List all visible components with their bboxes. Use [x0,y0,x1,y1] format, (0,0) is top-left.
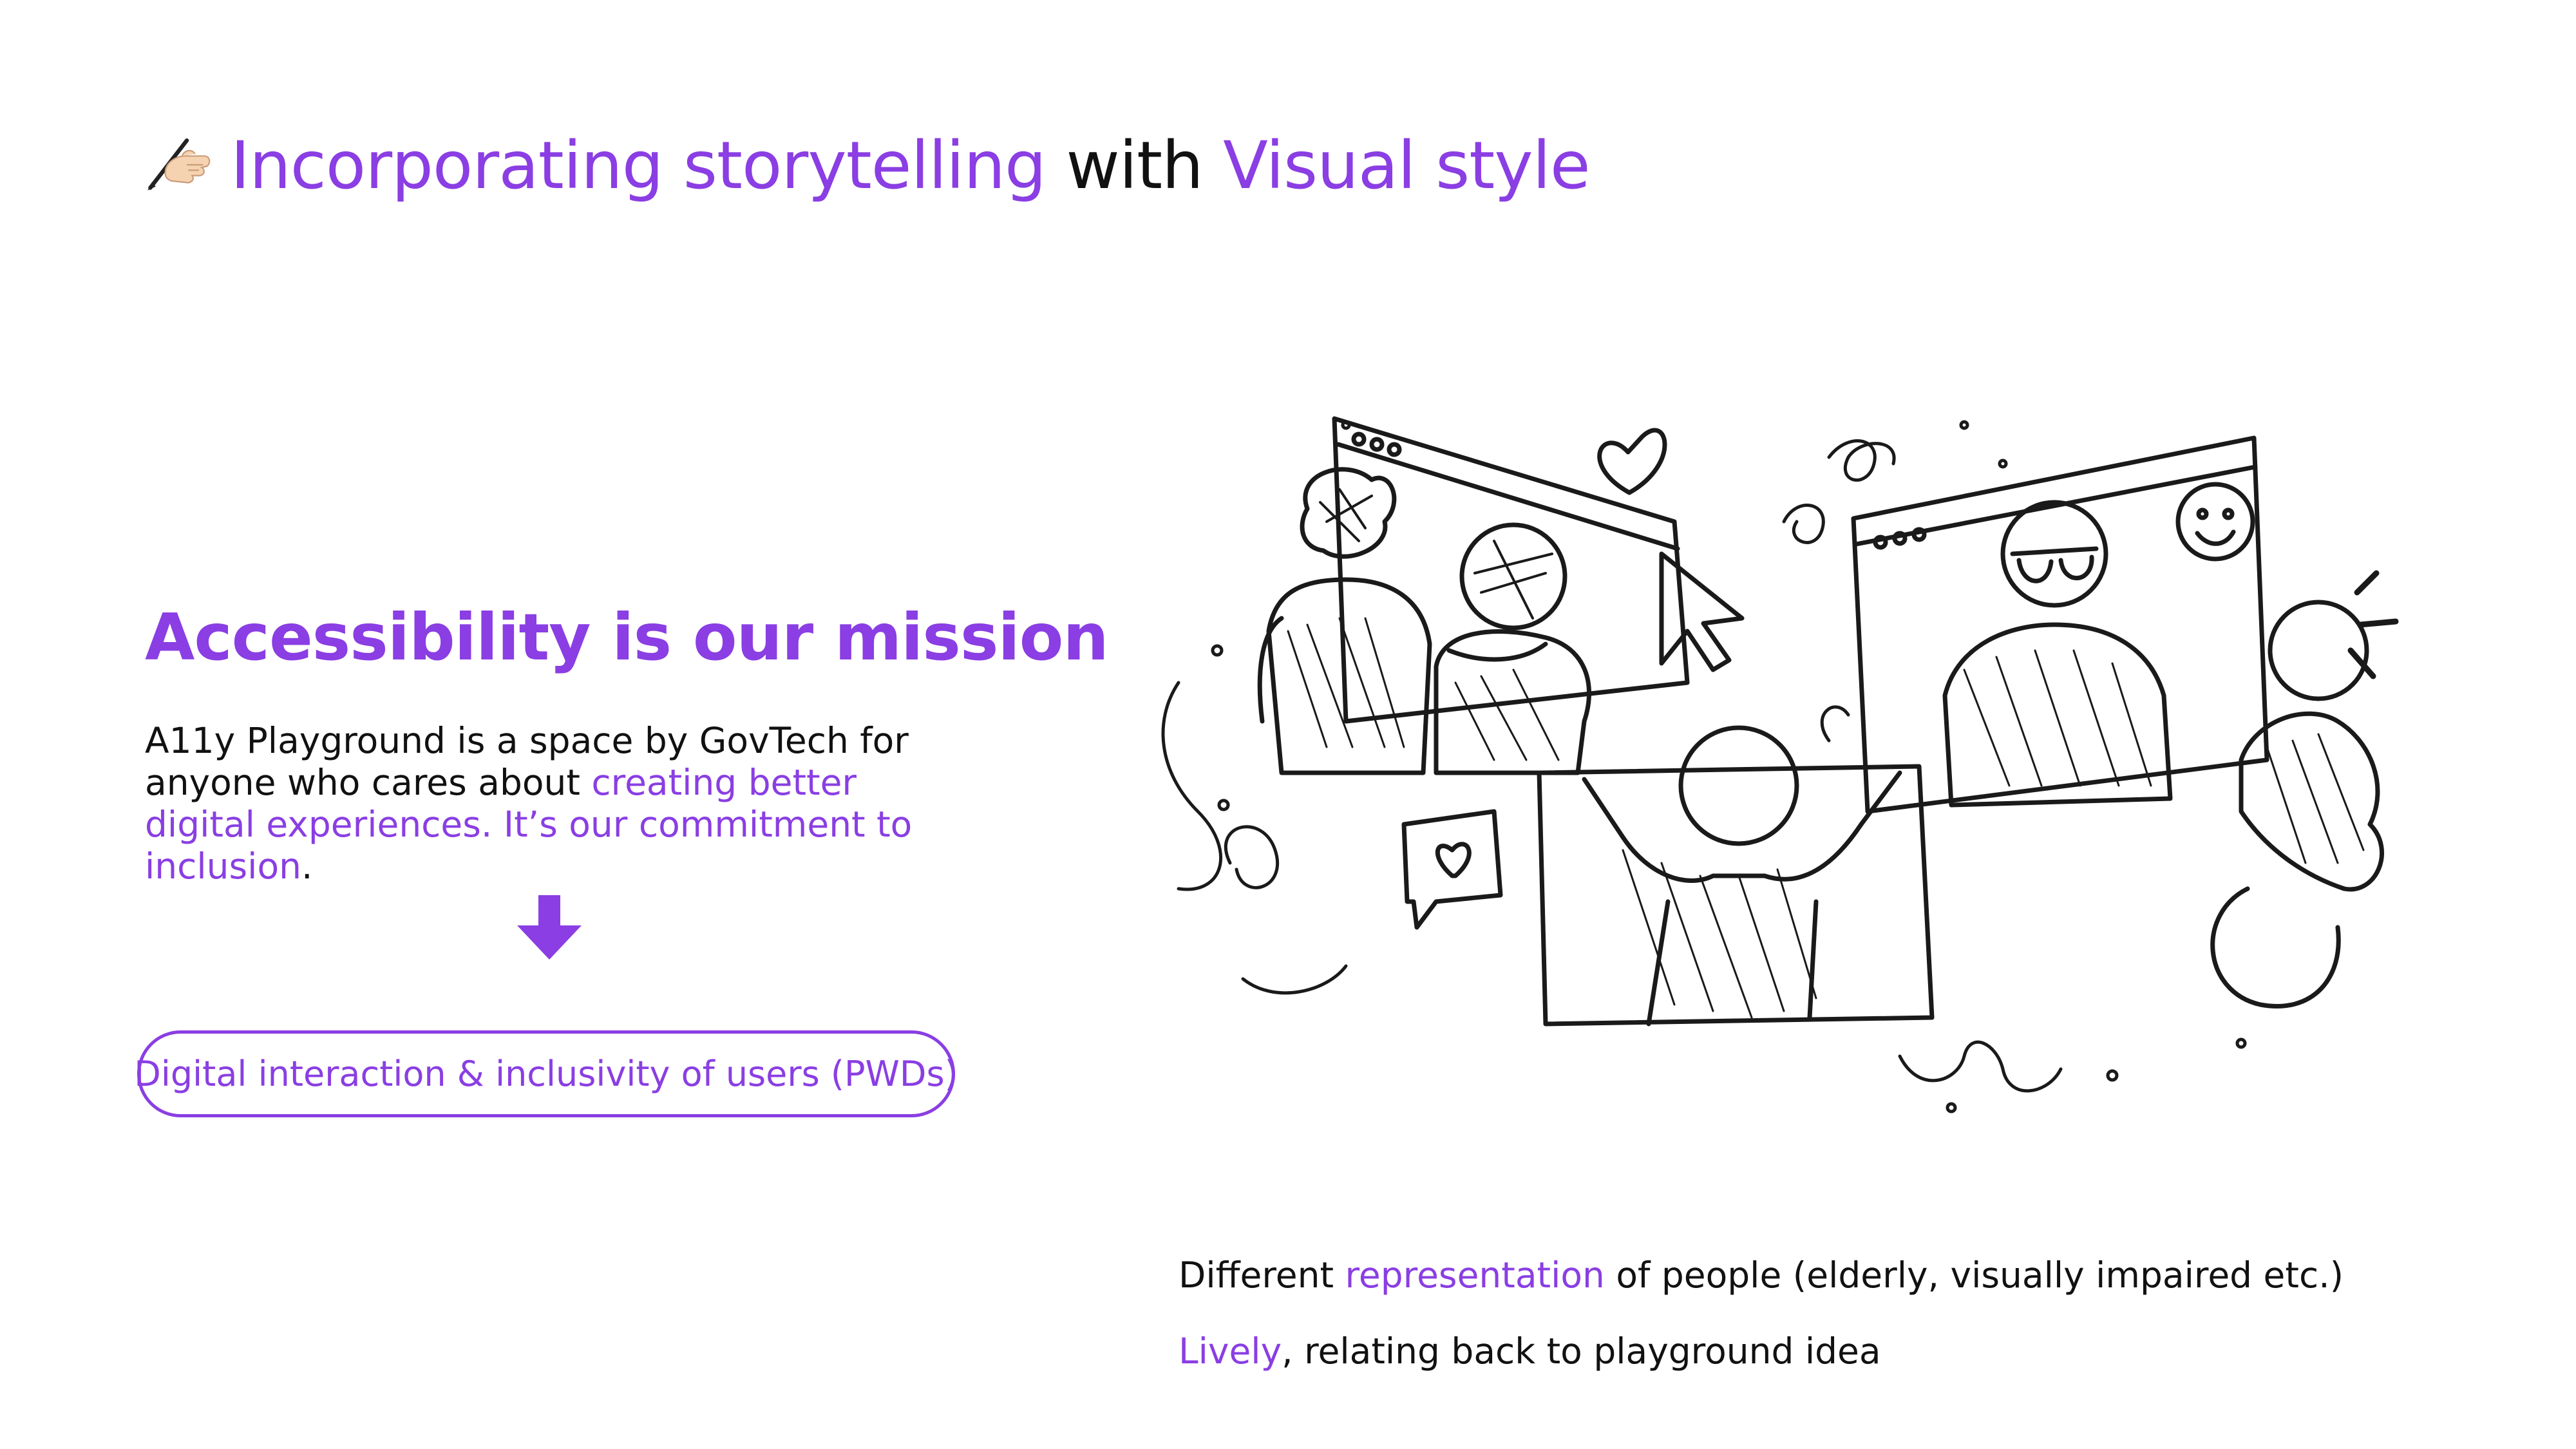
note-1-plain-a: Different [1179,1255,1345,1296]
browser-window-left [1332,416,1690,724]
note-lively: Lively, relating back to playground idea [1179,1329,1881,1374]
person-visually-impaired [1942,500,2173,808]
title-part-1: Incorporating storytelling [231,128,1046,204]
title-part-3: Visual style [1223,128,1591,204]
note-2-highlight: Lively [1179,1331,1282,1372]
person-masked [1434,522,1591,775]
mission-body: A11y Playground is a space by GovTech fo… [145,720,956,887]
pwd-inclusivity-pill: Digital interaction & inclusivity of use… [134,1030,958,1117]
smiley-face-icon [2175,482,2255,562]
slide: Incorporating storytelling with Visual s… [0,0,2576,1449]
chat-bubble-heart-icon [1401,809,1503,930]
decorative-squiggles [1161,420,2247,1113]
mission-body-end: . [301,846,313,887]
note-1-plain-b: of people (elderly, visually impaired et… [1604,1255,2344,1296]
person-wheelchair [2210,570,2399,1009]
slide-title: Incorporating storytelling with Visual s… [145,126,1591,205]
title-part-2: with [1045,128,1224,204]
mission-heading: Accessibility is our mission [145,600,1109,675]
writing-hand-icon [147,138,211,191]
cursor-arrow-icon [1659,551,1745,672]
video-window-center [1537,725,1935,1027]
person-elderly [1257,467,1432,775]
heart-icon-top [1597,428,1667,495]
people-sketch-illustration [1161,416,2399,1113]
arrow-down-icon [517,895,582,960]
note-2-plain: , relating back to playground idea [1282,1331,1881,1372]
note-1-highlight: representation [1345,1255,1605,1296]
note-representation: Different representation of people (elde… [1179,1253,2344,1298]
